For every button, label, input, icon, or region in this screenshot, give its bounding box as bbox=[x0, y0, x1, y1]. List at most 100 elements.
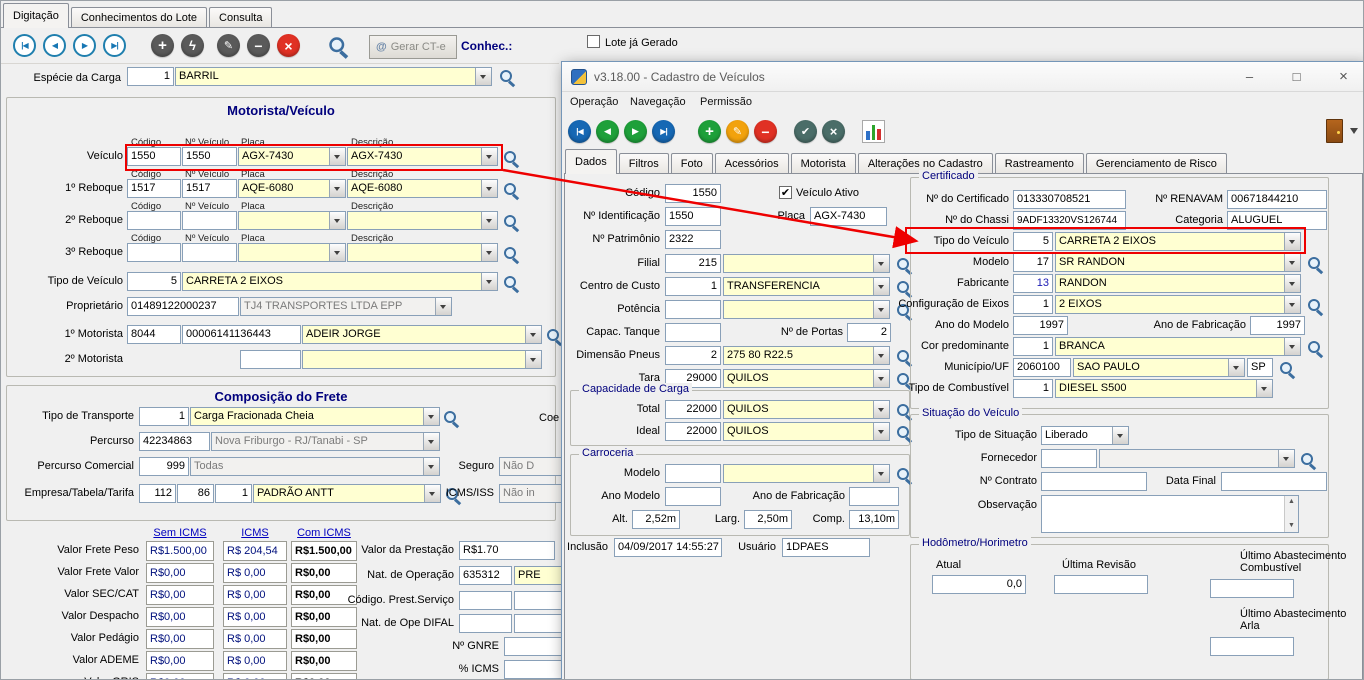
delete-record-button[interactable]: − bbox=[247, 34, 270, 57]
empresa-field[interactable]: 112 bbox=[139, 484, 176, 503]
cor-code-field[interactable]: 1 bbox=[1013, 337, 1053, 356]
scroll-down-icon[interactable]: ▼ bbox=[1285, 520, 1298, 532]
codigo-field[interactable]: 1550 bbox=[665, 184, 721, 203]
placa-field[interactable]: AGX-7430 bbox=[810, 207, 887, 226]
tipo-combustivel-code-field[interactable]: 1 bbox=[1013, 379, 1053, 398]
confirm-button[interactable]: ✔ bbox=[794, 120, 817, 143]
toolbar-more-dropdown-icon[interactable] bbox=[1350, 128, 1358, 138]
carroceria-ano-fabricacao-field[interactable] bbox=[849, 487, 899, 506]
n-contrato-field[interactable] bbox=[1041, 472, 1147, 491]
delete-record-button[interactable]: − bbox=[754, 120, 777, 143]
dropdown-arrow-icon[interactable] bbox=[424, 485, 440, 502]
maximize-button[interactable]: □ bbox=[1281, 62, 1312, 91]
prior-record-button[interactable]: ◀ bbox=[596, 120, 619, 143]
percurso-comercial-code-field[interactable]: 999 bbox=[139, 457, 189, 476]
tipo-combustivel-combo[interactable]: DIESEL S500 bbox=[1055, 379, 1273, 398]
reboque1-codigo-field[interactable]: 1517 bbox=[127, 179, 181, 198]
reboque2-search-icon[interactable] bbox=[502, 213, 520, 231]
reboque3-placa-combo[interactable] bbox=[238, 243, 346, 262]
titlebar[interactable]: v3.18.00 - Cadastro de Veículos – □ × bbox=[562, 62, 1364, 92]
add-record-button[interactable]: + bbox=[698, 120, 721, 143]
modelo-code-field[interactable]: 17 bbox=[1013, 253, 1053, 272]
n-chassi-field[interactable]: 9ADF13320VS126744 bbox=[1013, 211, 1126, 230]
dropdown-arrow-icon[interactable] bbox=[329, 244, 345, 261]
cancel-record-button[interactable]: × bbox=[277, 34, 300, 57]
edit-record-button[interactable]: ✎ bbox=[726, 120, 749, 143]
grid-cell[interactable]: R$ 0,00 bbox=[223, 629, 287, 649]
tipo-transporte-search-icon[interactable] bbox=[442, 409, 460, 427]
prior-record-button[interactable]: ◀ bbox=[43, 34, 66, 57]
tipo-veiculo-search-icon[interactable] bbox=[502, 274, 520, 292]
percurso-code-field[interactable]: 42234863 bbox=[139, 432, 210, 451]
tab-motorista[interactable]: Motorista bbox=[791, 153, 856, 174]
grid-cell[interactable]: R$1.500,00 bbox=[146, 541, 214, 561]
tab-gerenciamento-de-risco[interactable]: Gerenciamento de Risco bbox=[1086, 153, 1227, 174]
grid-cell[interactable]: R$0,00 bbox=[146, 563, 214, 583]
dropdown-arrow-icon[interactable] bbox=[329, 180, 345, 197]
first-record-button[interactable]: |◀ bbox=[13, 34, 36, 57]
dimensao-pneus-combo[interactable]: 275 80 R22.5 bbox=[723, 346, 890, 365]
menu-navegacao[interactable]: Navegação bbox=[630, 96, 686, 108]
n-certificado-field[interactable]: 013330708521 bbox=[1013, 190, 1126, 209]
dropdown-arrow-icon[interactable] bbox=[873, 465, 889, 482]
exit-door-icon[interactable] bbox=[1326, 119, 1343, 143]
proprietario-cnpj-field[interactable]: 01489122000237 bbox=[127, 297, 239, 316]
tab-dados[interactable]: Dados bbox=[565, 149, 617, 174]
dropdown-arrow-icon[interactable] bbox=[481, 148, 497, 165]
grid-cell[interactable]: R$0,00 bbox=[146, 629, 214, 649]
chart-icon[interactable] bbox=[862, 120, 885, 143]
tara-combo[interactable]: QUILOS bbox=[723, 369, 890, 388]
grid-cell[interactable]: R$0,00 bbox=[146, 585, 214, 605]
next-record-button[interactable]: ▶ bbox=[624, 120, 647, 143]
modelo-combo[interactable]: SR RANDON bbox=[1055, 253, 1301, 272]
dropdown-arrow-icon[interactable] bbox=[1284, 275, 1300, 292]
menu-permissao[interactable]: Permissão bbox=[700, 96, 752, 108]
especie-carga-code-field[interactable]: 1 bbox=[127, 67, 174, 86]
scroll-up-icon[interactable]: ▲ bbox=[1285, 496, 1298, 508]
tab-conhecimentos-do-lote[interactable]: Conhecimentos do Lote bbox=[71, 7, 207, 28]
centro-custo-code-field[interactable]: 1 bbox=[665, 277, 721, 296]
veiculo-descricao-combo[interactable]: AGX-7430 bbox=[347, 147, 498, 166]
process-lightning-button[interactable]: ϟ bbox=[181, 34, 204, 57]
ideal-field[interactable]: 22000 bbox=[665, 422, 721, 441]
ultima-revisao-field[interactable] bbox=[1054, 575, 1148, 594]
dropdown-arrow-icon[interactable] bbox=[1284, 254, 1300, 271]
tipo-veiculo-combo[interactable]: CARRETA 2 EIXOS bbox=[182, 272, 498, 291]
reboque3-descricao-combo[interactable] bbox=[347, 243, 498, 262]
alt-field[interactable]: 2,52m bbox=[632, 510, 680, 529]
ultimo-abastecimento-arla-field[interactable] bbox=[1210, 637, 1294, 656]
total-unidade-combo[interactable]: QUILOS bbox=[723, 400, 890, 419]
valor-prestacao-field[interactable]: R$1.70 bbox=[459, 541, 555, 560]
grid-cell[interactable]: R$0,00 bbox=[146, 673, 214, 680]
municipio-code-field[interactable]: 2060100 bbox=[1013, 358, 1071, 377]
tabela-field[interactable]: 86 bbox=[177, 484, 214, 503]
close-button[interactable]: × bbox=[1328, 62, 1359, 91]
dropdown-arrow-icon[interactable] bbox=[1256, 380, 1272, 397]
potencia-combo[interactable] bbox=[723, 300, 890, 319]
perc-icms-field[interactable] bbox=[504, 660, 564, 679]
carroceria-modelo-combo[interactable] bbox=[723, 464, 890, 483]
veiculo-ativo-checkbox[interactable]: ✔ bbox=[779, 186, 792, 199]
ano-do-modelo-field[interactable]: 1997 bbox=[1013, 316, 1068, 335]
dropdown-arrow-icon[interactable] bbox=[423, 408, 439, 425]
motorista1-nome-combo[interactable]: ADEIR JORGE bbox=[302, 325, 542, 344]
dropdown-arrow-icon[interactable] bbox=[525, 351, 541, 368]
dropdown-arrow-icon[interactable] bbox=[1284, 233, 1300, 250]
carroceria-modelo-code-field[interactable] bbox=[665, 464, 721, 483]
dropdown-arrow-icon[interactable] bbox=[873, 301, 889, 318]
fabricante-code-field[interactable]: 13 bbox=[1013, 274, 1053, 293]
config-eixos-search-icon[interactable] bbox=[1306, 297, 1324, 315]
reboque1-placa-combo[interactable]: AQE-6080 bbox=[238, 179, 346, 198]
fornecedor-search-icon[interactable] bbox=[1299, 451, 1317, 469]
grid-cell[interactable]: R$0,00 bbox=[291, 673, 357, 680]
veiculo-codigo-field[interactable]: 1550 bbox=[127, 147, 181, 166]
tipo-situacao-combo[interactable]: Liberado bbox=[1041, 426, 1129, 445]
reboque1-descricao-combo[interactable]: AQE-6080 bbox=[347, 179, 498, 198]
dropdown-arrow-icon[interactable] bbox=[873, 347, 889, 364]
motorista2-nome-combo[interactable] bbox=[302, 350, 542, 369]
cor-search-icon[interactable] bbox=[1306, 339, 1324, 357]
reboque2-placa-combo[interactable] bbox=[238, 211, 346, 230]
grid-cell[interactable]: R$ 0,00 bbox=[223, 585, 287, 605]
reboque1-numero-field[interactable]: 1517 bbox=[182, 179, 237, 198]
config-eixos-code-field[interactable]: 1 bbox=[1013, 295, 1053, 314]
